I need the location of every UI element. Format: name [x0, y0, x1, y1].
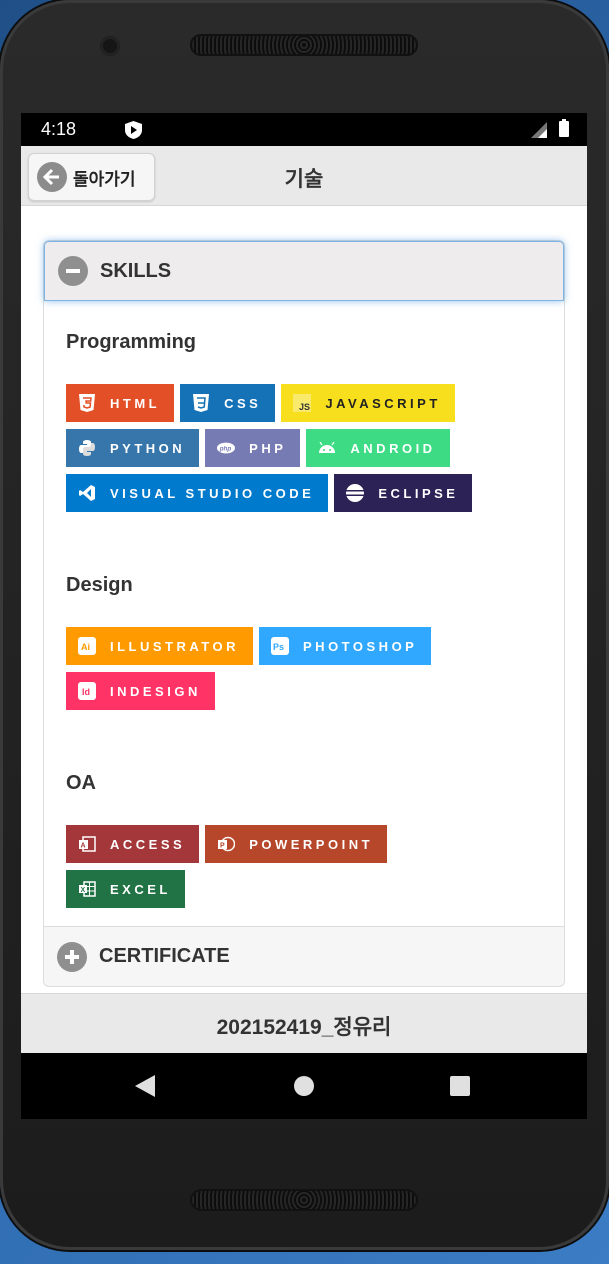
skill-badge-label: CSS: [224, 395, 262, 411]
vscode-icon: [78, 484, 96, 502]
svg-text:Id: Id: [82, 687, 90, 697]
badge-list: HTML CSS JS JAVASCRIPT PYTHON php PHP ANDROID VI…: [66, 384, 506, 512]
svg-text:Ps: Ps: [273, 642, 284, 652]
skill-badge: PYTHON: [66, 429, 200, 467]
section-title: OA: [66, 772, 96, 794]
skill-badge-label: POWERPOINT: [249, 836, 374, 852]
plus-icon: [57, 941, 87, 972]
screen: 4:18 돌아가기 기술 SKILLS Programming HTML CSS…: [21, 113, 587, 1119]
nav-home-icon[interactable]: [294, 1076, 314, 1096]
skill-badge-label: INDESIGN: [110, 683, 201, 699]
skill-badge: Id INDESIGN: [66, 672, 215, 710]
skill-badge: Ps PHOTOSHOP: [259, 627, 432, 665]
skill-section: Programming HTML CSS JS JAVASCRIPT PYTHON php P…: [66, 331, 542, 512]
minus-icon: [58, 256, 88, 286]
skill-badge-label: ILLUSTRATOR: [110, 638, 240, 654]
skill-badge-label: ECLIPSE: [378, 485, 459, 501]
python-icon: [78, 439, 96, 457]
skill-badge: P POWERPOINT: [205, 825, 388, 863]
nav-recents-icon[interactable]: [450, 1076, 470, 1096]
indesign-icon: Id: [78, 682, 96, 700]
navigation-bar: [21, 1053, 587, 1119]
skill-section: OA A ACCESS P POWERPOINT X EXCEL: [66, 710, 542, 908]
certificate-collapsible-header[interactable]: CERTIFICATE: [44, 926, 564, 986]
skills-header-label: SKILLS: [100, 259, 172, 282]
skill-badge: HTML: [66, 384, 175, 422]
front-camera: [100, 36, 120, 56]
skill-badge: Ai ILLUSTRATOR: [66, 627, 254, 665]
footer-text: 202152419_정유리: [216, 1016, 392, 1039]
earpiece-speaker: [190, 34, 418, 56]
nav-back-icon[interactable]: [135, 1075, 155, 1102]
skill-badge-label: ANDROID: [350, 440, 436, 456]
skill-badge-label: VISUAL STUDIO CODE: [110, 485, 315, 501]
eclipse-icon: [346, 484, 365, 502]
html5-icon: [78, 394, 96, 412]
skill-badge: php PHP: [205, 429, 301, 467]
footer: 202152419_정유리: [21, 993, 587, 1053]
illustrator-icon: Ai: [78, 637, 96, 655]
header-bar: 돌아가기 기술: [21, 146, 587, 206]
svg-text:Ai: Ai: [81, 642, 90, 652]
skill-badge-label: EXCEL: [110, 881, 171, 897]
phone-frame: 4:18 돌아가기 기술 SKILLS Programming HTML CSS…: [0, 0, 609, 1250]
badge-list: Ai ILLUSTRATOR Ps PHOTOSHOP Id INDESIGN: [66, 627, 506, 710]
badge-list: A ACCESS P POWERPOINT X EXCEL: [66, 825, 506, 908]
skill-badge: X EXCEL: [66, 870, 185, 908]
excel-icon: X: [78, 880, 96, 898]
skill-badge: A ACCESS: [66, 825, 200, 863]
content-area: SKILLS Programming HTML CSS JS JAVASCRIPT PYT…: [21, 206, 587, 994]
css3-icon: [192, 394, 210, 412]
svg-text:JS: JS: [299, 402, 310, 412]
skill-badge-label: PHOTOSHOP: [303, 638, 418, 654]
svg-text:P: P: [220, 843, 225, 850]
section-title: Design: [66, 574, 133, 596]
skill-badge: ANDROID: [306, 429, 450, 467]
status-time: 4:18: [41, 119, 77, 139]
section-title: Programming: [66, 331, 197, 353]
skill-badge: ECLIPSE: [334, 474, 473, 512]
photoshop-icon: Ps: [271, 637, 290, 655]
skills-content: Programming HTML CSS JS JAVASCRIPT PYTHON php P…: [44, 301, 564, 926]
javascript-icon: JS: [293, 394, 312, 412]
skill-badge-label: PYTHON: [110, 440, 186, 456]
bottom-speaker: [190, 1189, 418, 1211]
skill-badge-label: HTML: [110, 395, 161, 411]
page-title: 기술: [284, 168, 324, 191]
skills-collapsible-header[interactable]: SKILLS: [44, 241, 564, 301]
svg-text:php: php: [219, 446, 232, 453]
skill-section: Design Ai ILLUSTRATOR Ps PHOTOSHOP Id INDESIGN: [66, 512, 542, 710]
svg-text:A: A: [81, 843, 86, 850]
php-icon: php: [217, 439, 236, 457]
skill-badge: VISUAL STUDIO CODE: [66, 474, 329, 512]
skill-badge: CSS: [180, 384, 276, 422]
android-icon: [318, 439, 336, 457]
access-icon: A: [78, 835, 96, 853]
skill-badge: JS JAVASCRIPT: [281, 384, 455, 422]
skill-badge-label: PHP: [249, 440, 287, 456]
skill-badge-label: ACCESS: [110, 836, 186, 852]
collapsible-set: SKILLS Programming HTML CSS JS JAVASCRIPT PYT…: [43, 240, 565, 987]
certificate-header-label: CERTIFICATE: [99, 945, 230, 967]
signal-icon: [531, 122, 547, 143]
skill-badge-label: JAVASCRIPT: [325, 395, 441, 411]
shield-play-icon: [125, 121, 142, 144]
powerpoint-icon: P: [217, 835, 236, 853]
svg-text:X: X: [81, 887, 86, 894]
battery-icon: [559, 119, 569, 142]
status-bar: 4:18: [21, 113, 587, 146]
